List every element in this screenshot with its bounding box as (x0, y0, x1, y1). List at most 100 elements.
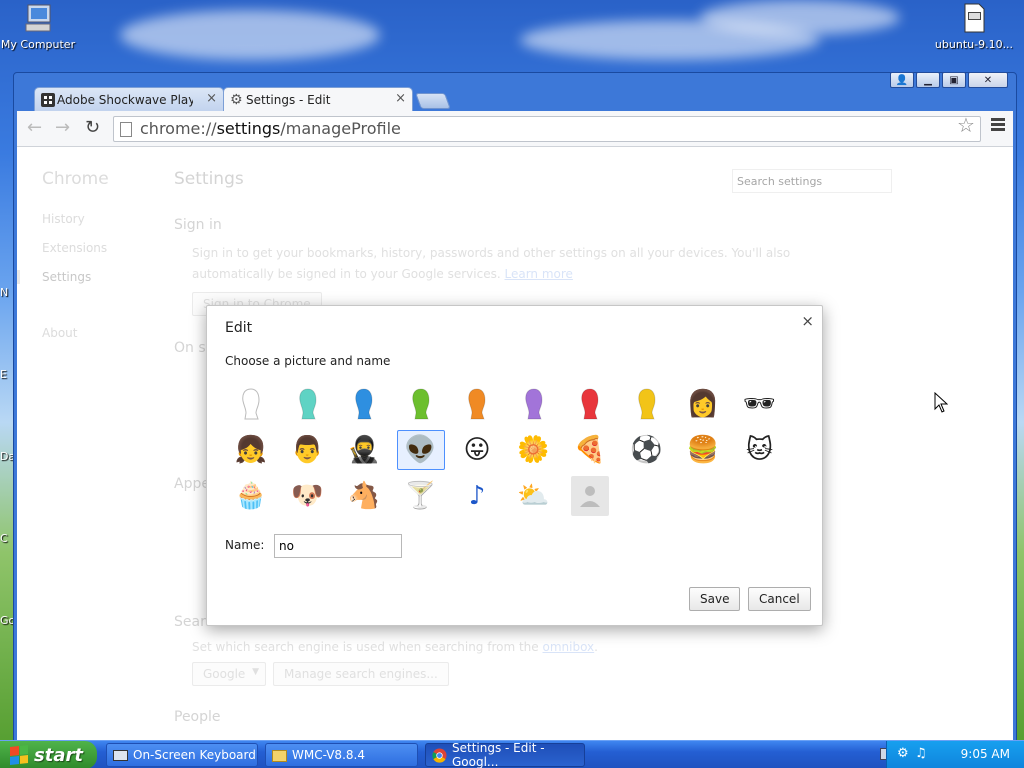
music-note-avatar-icon[interactable]: ♪ (453, 476, 501, 516)
name-label: Name: (225, 538, 265, 552)
taskbar-item-on-screen-keyboard[interactable]: On-Screen Keyboard (106, 743, 258, 767)
url-host: settings (216, 119, 281, 138)
avatar-glyph: 🍕 (573, 435, 607, 465)
green-avatar-icon[interactable] (397, 384, 445, 424)
avatar-glyph: 👽 (404, 435, 437, 465)
new-tab-button[interactable] (415, 93, 451, 109)
alien-avatar-icon[interactable]: 👽 (396, 430, 445, 470)
man-avatar-icon[interactable]: 👨 (284, 430, 332, 470)
desktop-edge-label: N (0, 286, 9, 299)
back-icon[interactable]: ← (27, 119, 42, 137)
bookmark-star-icon[interactable]: ☆ (957, 113, 975, 137)
tab-close-icon[interactable]: × (395, 91, 406, 106)
maximize-button[interactable]: ▣ (942, 72, 966, 88)
forward-icon[interactable]: → (55, 119, 70, 137)
businesswoman-avatar-icon[interactable]: 👩 (679, 384, 727, 424)
avatar-silhouette (298, 388, 317, 420)
avatar-glyph: 👨 (291, 435, 324, 465)
gear-icon: ⚙ (230, 92, 243, 108)
taskbar-item-label: On-Screen Keyboard (133, 748, 256, 762)
avatar-glyph: 👧 (234, 435, 268, 465)
avatar-glyph: 👩 (686, 389, 720, 419)
soccer-avatar-icon[interactable]: ⚽ (623, 430, 671, 470)
blue-avatar-icon[interactable] (340, 384, 388, 424)
avatar-silhouette (355, 388, 373, 420)
my-computer-icon (22, 2, 54, 34)
orange-avatar-icon[interactable] (453, 384, 501, 424)
avatar-glyph: ♪ (468, 481, 486, 511)
tab-close-icon[interactable]: × (206, 91, 217, 106)
close-icon: ✕ (983, 74, 993, 86)
purple-avatar-icon[interactable] (510, 384, 558, 424)
name-input[interactable] (274, 534, 402, 558)
clock[interactable]: 9:05 AM (961, 747, 1010, 761)
maximize-icon: ▣ (949, 74, 959, 86)
avatar-glyph: 🥷 (347, 435, 381, 465)
horse-avatar-icon[interactable]: 🐴 (340, 476, 388, 516)
cupcake-avatar-icon[interactable]: 🧁 (227, 476, 275, 516)
flower-avatar-icon[interactable]: 🌼 (510, 430, 558, 470)
close-window-button[interactable]: ✕ (968, 72, 1008, 88)
avatar-silhouette (242, 388, 260, 420)
taskbar-item-label: Settings - Edit - Googl... (452, 741, 545, 768)
browser-toolbar: ← → ↻ chrome://settings/manageProfile ☆ (17, 111, 1013, 147)
volume-icon[interactable]: ♫ (915, 746, 927, 761)
address-bar[interactable]: chrome://settings/manageProfile (113, 116, 981, 142)
desktop-icon-ubuntu-file[interactable]: ubuntu-9.10... (934, 2, 1014, 51)
burger-avatar-icon[interactable]: 🍔 (679, 430, 727, 470)
red-avatar-icon[interactable] (566, 384, 614, 424)
menu-icon[interactable] (991, 118, 1005, 133)
woman-avatar-icon[interactable]: 👧 (227, 430, 275, 470)
dialog-subtitle: Choose a picture and name (225, 354, 391, 368)
desktop-edge-label: E (0, 368, 7, 381)
avatar-silhouette (580, 486, 600, 507)
tab-label: Settings - Edit (246, 92, 331, 107)
cat-avatar-icon[interactable]: 🐱 (736, 430, 784, 470)
avatar-glyph: ⛅ (517, 481, 550, 511)
desktop-icon-my-computer[interactable]: My Computer (0, 2, 78, 51)
taskbar-item-wmc-folder[interactable]: WMC-V8.8.4 (265, 743, 418, 767)
window-controls: 👤 ▁ ▣ ✕ (890, 72, 1008, 88)
ninja-avatar-icon[interactable]: 🥷 (340, 430, 388, 470)
network-icon[interactable]: ⚙ (897, 746, 909, 761)
cancel-button[interactable]: Cancel (748, 587, 811, 611)
cocktail-avatar-icon[interactable]: 🍸 (397, 476, 445, 516)
taskbar: start On-Screen Keyboard WMC-V8.8.4 Sett… (0, 740, 1024, 768)
tab-settings-edit[interactable]: ⚙ Settings - Edit × (223, 87, 413, 111)
yellow-avatar-icon[interactable] (623, 384, 671, 424)
minimize-icon: ▁ (924, 74, 932, 86)
keyboard-icon (113, 750, 128, 761)
tab-label: Adobe Shockwave Player 12 (57, 92, 193, 107)
profile-button[interactable]: 👤 (890, 72, 914, 88)
pizza-avatar-icon[interactable]: 🍕 (566, 430, 614, 470)
avatar-glyph: 🍔 (686, 435, 720, 465)
dialog-title: Edit (225, 320, 253, 336)
close-icon[interactable]: × (801, 312, 814, 330)
businessman-avatar-icon[interactable]: 🕶 (736, 384, 784, 424)
generic-person-avatar-icon[interactable] (571, 476, 609, 516)
white-avatar-icon[interactable] (227, 384, 275, 424)
taskbar-item-label: WMC-V8.8.4 (292, 748, 365, 762)
avatar-glyph: 🍸 (404, 481, 437, 511)
avatar-glyph: 🐶 (291, 481, 324, 511)
save-button[interactable]: Save (689, 587, 741, 611)
sun-cloud-avatar-icon[interactable]: ⛅ (510, 476, 558, 516)
shockwave-icon (41, 93, 55, 107)
avatar-glyph: ⚽ (630, 435, 663, 465)
reload-icon[interactable]: ↻ (85, 119, 100, 137)
desktop-edge-label: C (0, 532, 8, 545)
chrome-icon (432, 748, 447, 763)
tab-shockwave[interactable]: Adobe Shockwave Player 12 × (34, 87, 224, 111)
person-icon: 👤 (895, 74, 909, 86)
taskbar-item-chrome-settings[interactable]: Settings - Edit - Googl... (425, 741, 585, 768)
avatar-silhouette (581, 388, 599, 420)
teal-avatar-icon[interactable] (284, 384, 332, 424)
desktop-icon-label: My Computer (0, 38, 76, 51)
smiley-avatar-icon[interactable]: 😛 (453, 430, 501, 470)
minimize-button[interactable]: ▁ (916, 72, 940, 88)
start-button[interactable]: start (0, 741, 97, 768)
dog-avatar-icon[interactable]: 🐶 (284, 476, 332, 516)
windows-logo-icon (10, 745, 28, 765)
avatar-glyph: 🕶 (742, 389, 776, 419)
avatar-glyph: 😛 (463, 435, 491, 465)
